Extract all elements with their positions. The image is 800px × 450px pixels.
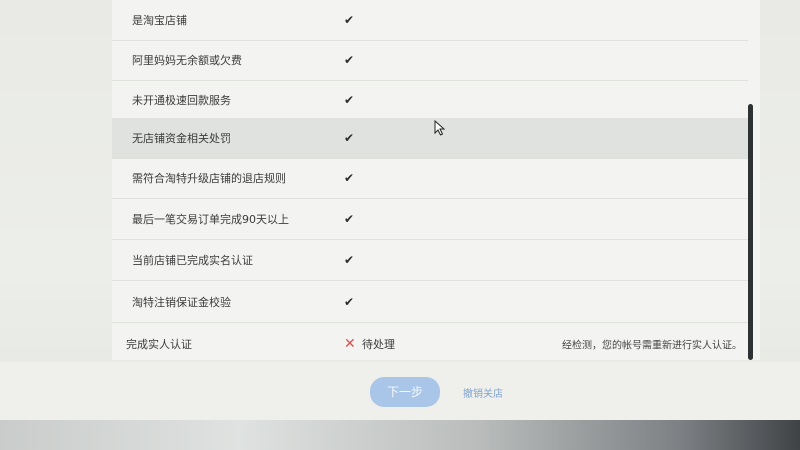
checklist-panel: 是淘宝店铺 ✔ 阿里妈妈无余额或欠费 ✔ 未开通极速回款服务 ✔ 无店铺资金相关… [112,0,760,360]
row-label: 需符合淘特升级店铺的退店规则 [132,172,286,185]
footer-actions: 下一步 撤销关店 [0,362,800,420]
check-icon: ✔ [344,131,355,145]
checklist-row: 是淘宝店铺 ✔ [112,0,748,41]
row-label: 完成实人认证 [126,338,192,351]
check-icon: ✔ [344,171,355,185]
checklist-row: 无店铺资金相关处罚 ✔ [112,118,748,159]
verification-note: 经检测，您的帐号需重新进行实人认证。 [562,340,742,352]
checklist-row: 阿里妈妈无余额或欠费 ✔ [112,40,748,81]
check-icon: ✔ [344,212,355,226]
checklist-row-pending: 完成实人认证 ✕ 待处理 经检测，您的帐号需重新进行实人认证。 [112,324,748,364]
cancel-close-store-link[interactable]: 撤销关店 [463,385,503,400]
row-label: 无店铺资金相关处罚 [132,132,231,145]
check-icon: ✔ [344,53,355,67]
row-label: 未开通极速回款服务 [132,94,231,107]
row-label: 当前店铺已完成实名认证 [132,254,253,267]
cross-icon: ✕ [344,336,356,352]
checklist-row: 需符合淘特升级店铺的退店规则 ✔ [112,158,748,199]
next-step-button[interactable]: 下一步 [370,377,440,407]
screen-bottom-edge [0,420,800,450]
checklist-row: 最后一笔交易订单完成90天以上 ✔ [112,199,748,240]
row-label: 阿里妈妈无余额或欠费 [132,54,242,67]
checklist-row: 当前店铺已完成实名认证 ✔ [112,240,748,281]
check-icon: ✔ [344,93,355,107]
check-icon: ✔ [344,253,355,267]
scrollbar[interactable] [748,104,753,360]
check-icon: ✔ [344,13,355,27]
mouse-cursor-icon [434,120,446,136]
row-label: 最后一笔交易订单完成90天以上 [132,213,289,226]
row-label: 是淘宝店铺 [132,14,187,27]
status-text: 待处理 [362,338,395,351]
checklist-row: 淘特注销保证金校验 ✔ [112,282,748,323]
row-label: 淘特注销保证金校验 [132,296,231,309]
checklist-row: 未开通极速回款服务 ✔ [112,80,748,121]
check-icon: ✔ [344,295,355,309]
